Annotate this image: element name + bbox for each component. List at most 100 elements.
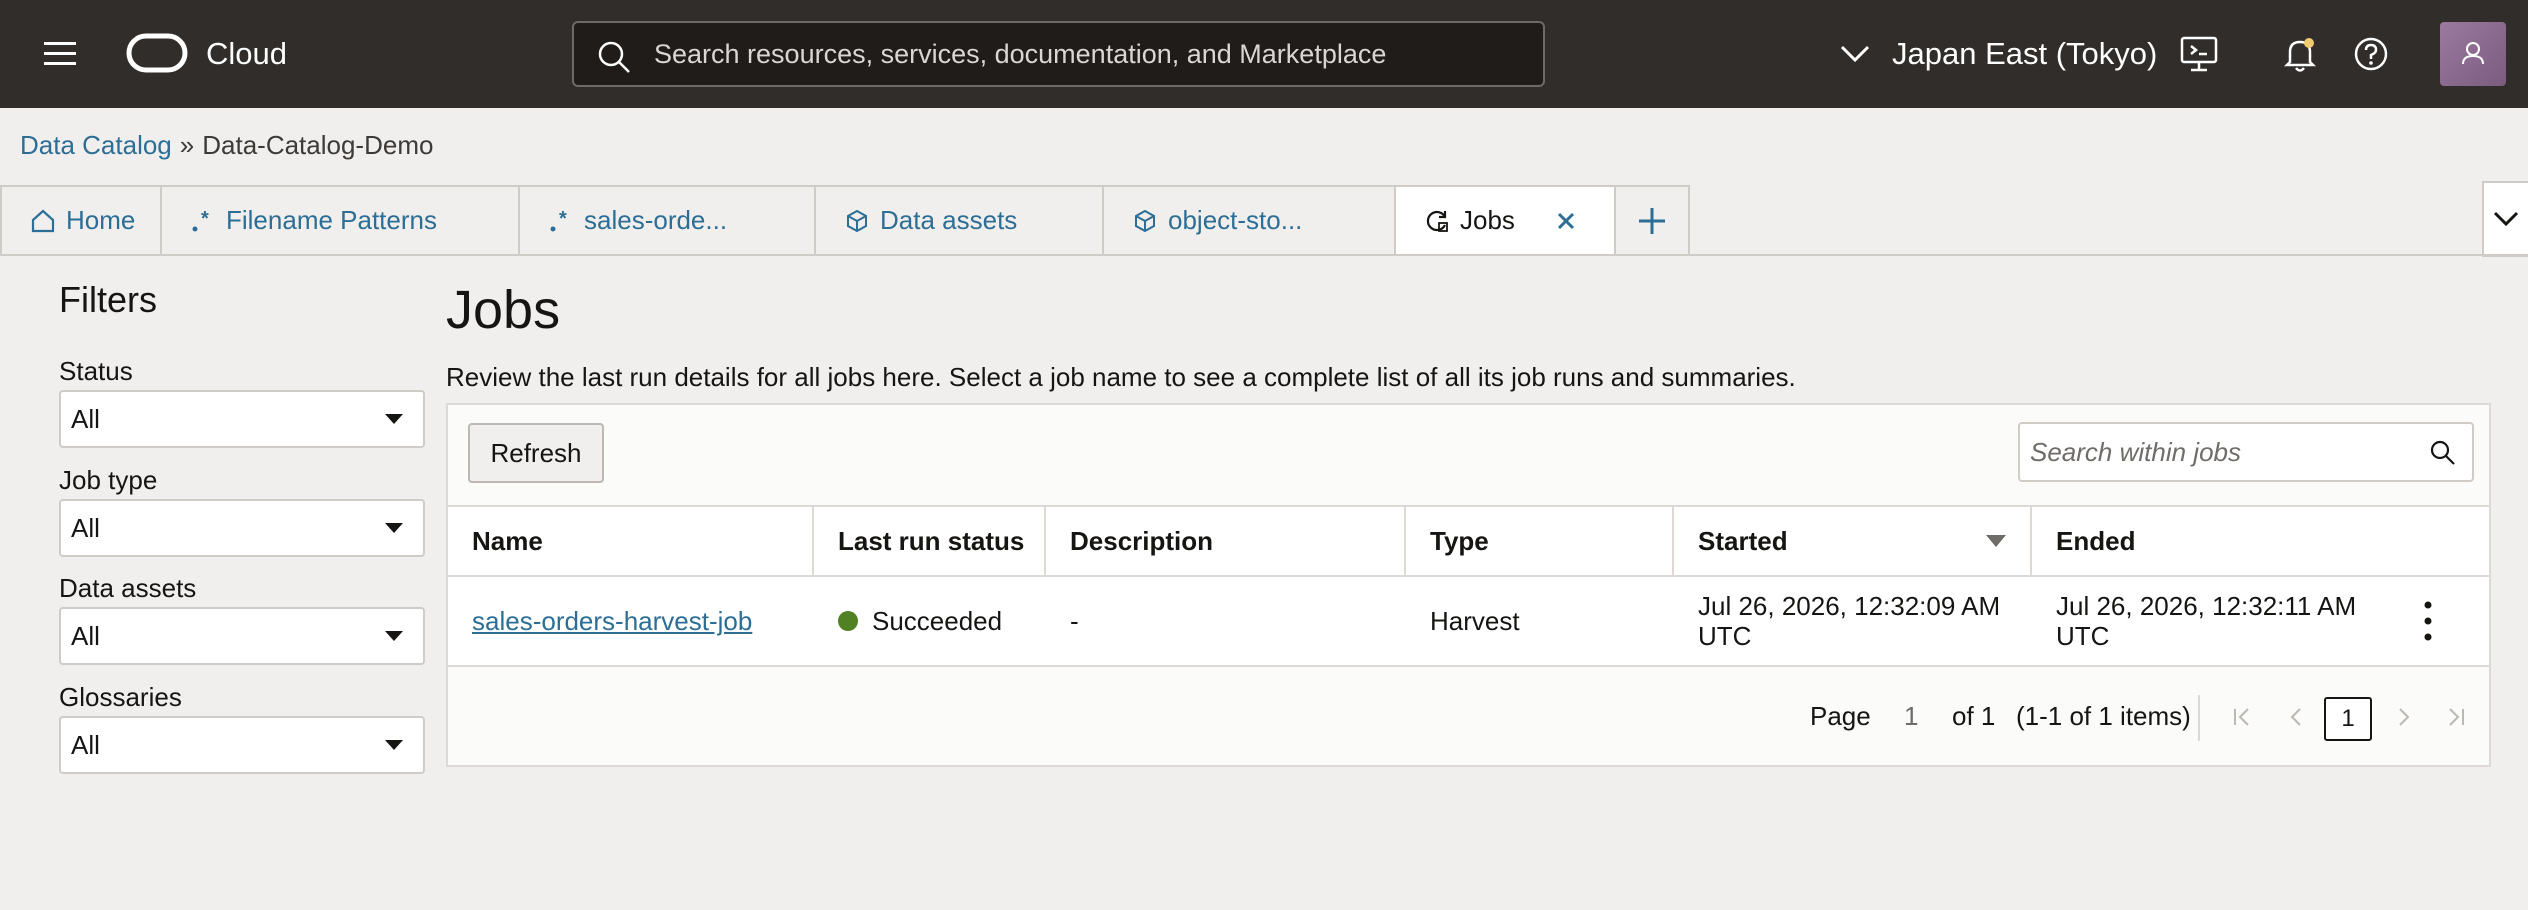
home-icon xyxy=(30,208,56,234)
user-avatar[interactable] xyxy=(2440,22,2506,86)
search-icon[interactable] xyxy=(2428,438,2456,466)
tab-filename-patterns[interactable]: * Filename Patterns xyxy=(160,185,520,256)
page-description: Review the last run details for all jobs… xyxy=(446,362,1796,392)
global-search-input[interactable]: Search resources, services, documentatio… xyxy=(572,21,1545,87)
jobs-table-panel: Refresh Search within jobs Name Last run… xyxy=(446,403,2491,767)
job-name-link[interactable]: sales-orders-harvest-job xyxy=(472,606,752,637)
tab-data-assets[interactable]: Data assets xyxy=(814,185,1104,256)
items-count-label: (1-1 of 1 items) xyxy=(2016,701,2191,731)
column-header-last-run-status[interactable]: Last run status xyxy=(814,507,1046,575)
tab-label: sales-orde... xyxy=(584,205,728,235)
pagination: Page 1 of 1 (1-1 of 1 items) 1 xyxy=(448,667,2489,765)
svg-text:*: * xyxy=(201,208,209,230)
dropdown-arrow-icon xyxy=(385,523,403,533)
breadcrumb: Data Catalog» Data-Catalog-Demo xyxy=(20,128,433,162)
last-page-icon[interactable] xyxy=(2442,703,2470,731)
status-text: Succeeded xyxy=(872,605,1003,636)
cube-icon xyxy=(844,208,870,234)
select-value: All xyxy=(71,621,100,651)
dropdown-arrow-icon xyxy=(385,631,403,641)
select-value: All xyxy=(71,730,100,760)
status-filter-select[interactable]: All xyxy=(59,390,425,448)
breadcrumb-current: Data-Catalog-Demo xyxy=(202,130,434,160)
refresh-button[interactable]: Refresh xyxy=(468,423,604,483)
select-value: All xyxy=(71,513,100,543)
glossaries-filter-select[interactable]: All xyxy=(59,716,425,774)
breadcrumb-data-catalog-link[interactable]: Data Catalog xyxy=(20,130,172,160)
page-of-label: of 1 xyxy=(1952,701,1996,731)
cell-description: - xyxy=(1070,605,1079,636)
svg-text:*: * xyxy=(559,208,567,230)
breadcrumb-separator: » xyxy=(179,130,195,160)
column-header-name[interactable]: Name xyxy=(448,507,814,575)
column-header-description[interactable]: Description xyxy=(1046,507,1406,575)
tab-object-storage[interactable]: object-sto... xyxy=(1102,185,1396,256)
page-number-input[interactable]: 1 xyxy=(1904,667,1918,765)
ended-timezone: UTC xyxy=(2056,621,2110,651)
select-value: All xyxy=(71,404,100,434)
dropdown-arrow-icon xyxy=(385,414,403,424)
previous-page-icon[interactable] xyxy=(2282,703,2310,731)
tab-label: Filename Patterns xyxy=(226,205,437,235)
first-page-icon[interactable] xyxy=(2228,703,2256,731)
jobs-search-input[interactable]: Search within jobs xyxy=(2018,422,2474,482)
cell-status: Succeeded xyxy=(814,577,1046,665)
started-date: Jul 26, 2026, 12:32:09 AM xyxy=(1698,591,2001,621)
data-assets-filter-label: Data assets xyxy=(59,573,197,603)
column-header-type[interactable]: Type xyxy=(1406,507,1674,575)
ended-date: Jul 26, 2026, 12:32:11 AM xyxy=(2056,591,2357,621)
status-filter-label: Status xyxy=(59,356,133,386)
top-header: Cloud Search resources, services, docume… xyxy=(0,0,2528,108)
tab-bar-divider xyxy=(0,254,2528,256)
cube-icon xyxy=(1132,208,1158,234)
region-label: Japan East (Tokyo) xyxy=(1892,36,2158,71)
tab-overflow-button[interactable] xyxy=(2482,181,2528,257)
table-header: Name Last run status Description Type St… xyxy=(448,505,2489,577)
pagination-divider xyxy=(2198,695,2200,741)
notifications-bell-icon[interactable] xyxy=(2278,32,2322,76)
user-icon xyxy=(2462,42,2484,65)
help-icon[interactable] xyxy=(2349,32,2393,76)
sort-descending-icon[interactable] xyxy=(1986,535,2006,547)
dropdown-arrow-icon xyxy=(385,740,403,750)
close-tab-icon[interactable] xyxy=(1553,208,1579,234)
data-assets-filter-select[interactable]: All xyxy=(59,607,425,665)
tab-bar: Home * Filename Patterns * sales-orde...… xyxy=(0,181,2528,257)
cell-type: Harvest xyxy=(1430,605,1520,636)
started-timezone: UTC xyxy=(1698,621,1752,651)
filters-title: Filters xyxy=(59,279,157,320)
page-label: Page xyxy=(1810,701,1871,731)
chevron-down-icon xyxy=(2493,211,2519,227)
menu-icon[interactable] xyxy=(38,34,82,74)
tab-jobs[interactable]: Jobs xyxy=(1394,185,1614,256)
column-header-started-label: Started xyxy=(1698,526,1788,556)
job-type-filter-select[interactable]: All xyxy=(59,499,425,557)
glossaries-filter-label: Glossaries xyxy=(59,682,182,712)
next-page-icon[interactable] xyxy=(2390,703,2418,731)
tab-label: Data assets xyxy=(880,205,1018,235)
regex-icon: * xyxy=(548,208,574,234)
tab-sales-orders[interactable]: * sales-orde... xyxy=(518,185,816,256)
cloud-shell-icon[interactable] xyxy=(2177,32,2221,76)
plus-icon xyxy=(1639,207,1665,234)
search-icon xyxy=(596,39,632,75)
tab-label: object-sto... xyxy=(1168,205,1303,235)
refresh-icon xyxy=(1424,208,1450,234)
brand-name[interactable]: Cloud xyxy=(206,34,287,74)
tab-home[interactable]: Home xyxy=(0,185,162,256)
column-header-ended[interactable]: Ended xyxy=(2032,507,2489,575)
cell-started: Jul 26, 2026, 12:32:09 AM UTC xyxy=(1674,577,2032,665)
add-tab-button[interactable] xyxy=(1614,185,1690,256)
current-page-button[interactable]: 1 xyxy=(2324,697,2372,741)
chevron-down-icon xyxy=(1838,40,1872,68)
column-header-started[interactable]: Started xyxy=(1674,507,2032,575)
search-placeholder: Search within jobs xyxy=(2030,437,2241,467)
cell-name: sales-orders-harvest-job xyxy=(448,577,814,665)
row-actions-kebab-icon[interactable] xyxy=(2416,597,2440,645)
success-status-icon xyxy=(838,611,858,631)
job-type-filter-label: Job type xyxy=(59,465,158,495)
oracle-logo-icon[interactable] xyxy=(126,33,188,73)
page-title: Jobs xyxy=(446,280,561,340)
tab-label: Home xyxy=(66,205,136,235)
search-placeholder: Search resources, services, documentatio… xyxy=(654,39,1387,69)
